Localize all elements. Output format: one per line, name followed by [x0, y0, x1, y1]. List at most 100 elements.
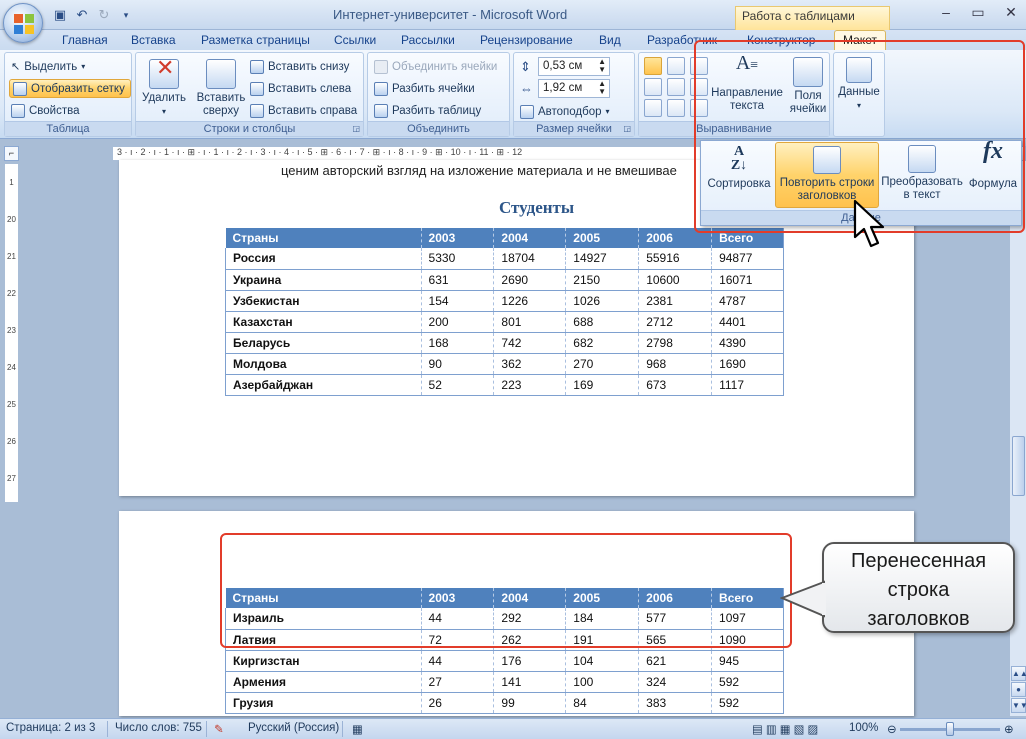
column-header-year[interactable]: Всего	[711, 588, 784, 608]
align-middle-left-icon[interactable]	[644, 78, 662, 96]
table-row[interactable]: Азербайджан 52 223 169 673 1117	[225, 374, 784, 396]
sort-button[interactable]: A Z↓ Сортировка	[705, 145, 773, 191]
value-cell[interactable]: 2381	[638, 290, 713, 312]
value-cell[interactable]: 14927	[565, 248, 640, 270]
zoom-out-icon[interactable]: ⊖	[887, 722, 897, 736]
insert-above-button[interactable]: Вставить сверху	[192, 59, 250, 118]
value-cell[interactable]: 2690	[493, 269, 567, 291]
country-cell[interactable]: Казахстан	[225, 311, 422, 333]
country-cell[interactable]: Россия	[225, 248, 422, 270]
country-cell[interactable]: Молдова	[225, 353, 422, 375]
country-cell[interactable]: Армения	[225, 671, 422, 693]
zoom-in-icon[interactable]: ⊕	[1004, 722, 1014, 736]
insert-left-button[interactable]: Вставить слева	[250, 79, 351, 98]
value-cell[interactable]: 18704	[493, 248, 567, 270]
word-count[interactable]: Число слов: 755	[115, 722, 202, 734]
students-table-page2[interactable]: Страны 2003 2004 2005 2006 Всего Израиль 44 292…	[225, 588, 784, 714]
value-cell[interactable]: 592	[711, 671, 784, 693]
value-cell[interactable]: 90	[421, 353, 495, 375]
spinner-icon[interactable]: ▲ ▼	[598, 58, 606, 74]
close-icon[interactable]: ✕	[998, 4, 1024, 21]
align-bottom-left-icon[interactable]	[644, 99, 662, 117]
value-cell[interactable]: 1226	[493, 290, 567, 312]
value-cell[interactable]: 324	[638, 671, 713, 693]
zoom-slider-thumb[interactable]	[946, 722, 954, 736]
table-row[interactable]: Киргизстан 44 176 104 621 945	[225, 650, 784, 672]
value-cell[interactable]: 2150	[565, 269, 640, 291]
value-cell[interactable]: 26	[421, 692, 495, 714]
tab-mailings[interactable]: Рассылки	[401, 33, 455, 47]
scroll-thumb[interactable]	[1012, 436, 1025, 496]
value-cell[interactable]: 99	[493, 692, 567, 714]
value-cell[interactable]: 968	[638, 353, 713, 375]
column-header-year[interactable]: 2004	[493, 228, 567, 248]
value-cell[interactable]: 141	[493, 671, 567, 693]
undo-icon[interactable]: ↶	[74, 7, 90, 23]
value-cell[interactable]: 1117	[711, 374, 784, 396]
tab-page-layout[interactable]: Разметка страницы	[201, 33, 310, 47]
value-cell[interactable]: 55916	[638, 248, 713, 270]
tab-selector[interactable]: ⌐	[4, 146, 19, 161]
value-cell[interactable]: 44	[421, 608, 495, 630]
table-row[interactable]: Армения 27 141 100 324 592	[225, 671, 784, 693]
column-header-year[interactable]: 2005	[565, 588, 640, 608]
tab-developer[interactable]: Разработчик	[647, 33, 717, 47]
table-row[interactable]: Казахстан 200 801 688 2712 4401	[225, 311, 784, 333]
prev-page-icon[interactable]: ▲▲	[1011, 666, 1026, 681]
value-cell[interactable]: 673	[638, 374, 713, 396]
column-header-country[interactable]: Страны	[225, 588, 422, 608]
table-row[interactable]: Молдова 90 362 270 968 1690	[225, 353, 784, 375]
value-cell[interactable]: 565	[638, 629, 713, 651]
insert-right-button[interactable]: Вставить справа	[250, 101, 357, 120]
office-button[interactable]	[3, 3, 43, 43]
next-page-icon[interactable]: ▼▼	[1011, 698, 1026, 713]
value-cell[interactable]: 154	[421, 290, 495, 312]
tab-home[interactable]: Главная	[62, 33, 108, 47]
value-cell[interactable]: 94877	[711, 248, 784, 270]
value-cell[interactable]: 592	[711, 692, 784, 714]
value-cell[interactable]: 631	[421, 269, 495, 291]
country-cell[interactable]: Азербайджан	[225, 374, 422, 396]
column-header-year[interactable]: 2003	[421, 228, 495, 248]
value-cell[interactable]: 4401	[711, 311, 784, 333]
value-cell[interactable]: 1026	[565, 290, 640, 312]
country-cell[interactable]: Израиль	[225, 608, 422, 630]
value-cell[interactable]: 4787	[711, 290, 784, 312]
align-top-center-icon[interactable]	[667, 57, 685, 75]
spelling-check-icon[interactable]: ✎	[214, 722, 224, 736]
country-cell[interactable]: Латвия	[225, 629, 422, 651]
value-cell[interactable]: 262	[493, 629, 567, 651]
dialog-launcher-icon[interactable]: ◲	[623, 122, 631, 136]
value-cell[interactable]: 10600	[638, 269, 713, 291]
convert-to-text-button[interactable]: Преобразовать в текст	[879, 145, 965, 202]
align-bottom-center-icon[interactable]	[667, 99, 685, 117]
zoom-level[interactable]: 100%	[849, 722, 878, 734]
tab-design[interactable]: Конструктор	[747, 33, 815, 47]
language-indicator[interactable]: Русский (Россия)	[248, 722, 339, 734]
table-row[interactable]: Украина 631 2690 2150 10600 16071	[225, 269, 784, 291]
minimize-icon[interactable]: –	[933, 4, 959, 20]
value-cell[interactable]: 104	[565, 650, 640, 672]
value-cell[interactable]: 84	[565, 692, 640, 714]
split-cells-button[interactable]: Разбить ячейки	[374, 79, 475, 98]
country-cell[interactable]: Украина	[225, 269, 422, 291]
table-row[interactable]: Грузия 26 99 84 383 592	[225, 692, 784, 714]
table-row[interactable]: Россия 5330 18704 14927 55916 94877	[225, 248, 784, 270]
value-cell[interactable]: 1097	[711, 608, 784, 630]
value-cell[interactable]: 5330	[421, 248, 495, 270]
value-cell[interactable]: 1090	[711, 629, 784, 651]
customize-qat-icon[interactable]: ▾	[118, 7, 134, 23]
column-width-field[interactable]: 1,92 см ▲ ▼	[538, 79, 610, 98]
value-cell[interactable]: 184	[565, 608, 640, 630]
column-header-country[interactable]: Страны	[225, 228, 422, 248]
value-cell[interactable]: 2798	[638, 332, 713, 354]
value-cell[interactable]: 223	[493, 374, 567, 396]
dialog-launcher-icon[interactable]: ◲	[352, 122, 360, 136]
country-cell[interactable]: Узбекистан	[225, 290, 422, 312]
table-row[interactable]: Латвия 72 262 191 565 1090	[225, 629, 784, 651]
country-cell[interactable]: Беларусь	[225, 332, 422, 354]
column-header-year[interactable]: Всего	[711, 228, 784, 248]
table-row[interactable]: Узбекистан 154 1226 1026 2381 4787	[225, 290, 784, 312]
column-header-year[interactable]: 2005	[565, 228, 640, 248]
value-cell[interactable]: 945	[711, 650, 784, 672]
